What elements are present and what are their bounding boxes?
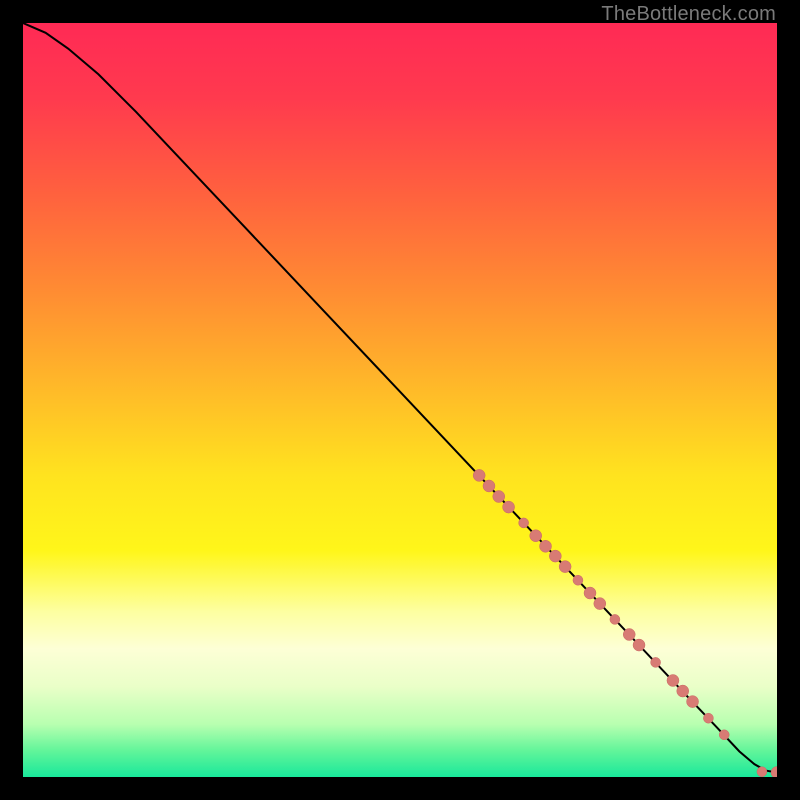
data-marker — [473, 469, 485, 481]
data-marker — [530, 530, 542, 542]
data-marker — [667, 674, 679, 686]
plot-area — [23, 23, 777, 777]
data-marker — [677, 685, 689, 697]
data-marker — [549, 550, 561, 562]
data-marker — [559, 561, 571, 573]
data-marker — [651, 657, 661, 667]
data-marker — [483, 480, 495, 492]
data-marker — [757, 767, 767, 777]
data-marker — [503, 501, 515, 513]
data-marker — [719, 730, 729, 740]
gradient-background — [23, 23, 777, 777]
chart-stage: TheBottleneck.com — [0, 0, 800, 800]
data-marker — [573, 575, 583, 585]
data-marker — [703, 713, 713, 723]
data-marker — [519, 518, 529, 528]
data-marker — [493, 491, 505, 503]
data-marker — [584, 587, 596, 599]
data-marker — [540, 540, 552, 552]
data-marker — [633, 639, 645, 651]
data-marker — [687, 696, 699, 708]
chart-svg — [23, 23, 777, 777]
data-marker — [623, 628, 635, 640]
data-marker — [610, 614, 620, 624]
data-marker — [594, 598, 606, 610]
